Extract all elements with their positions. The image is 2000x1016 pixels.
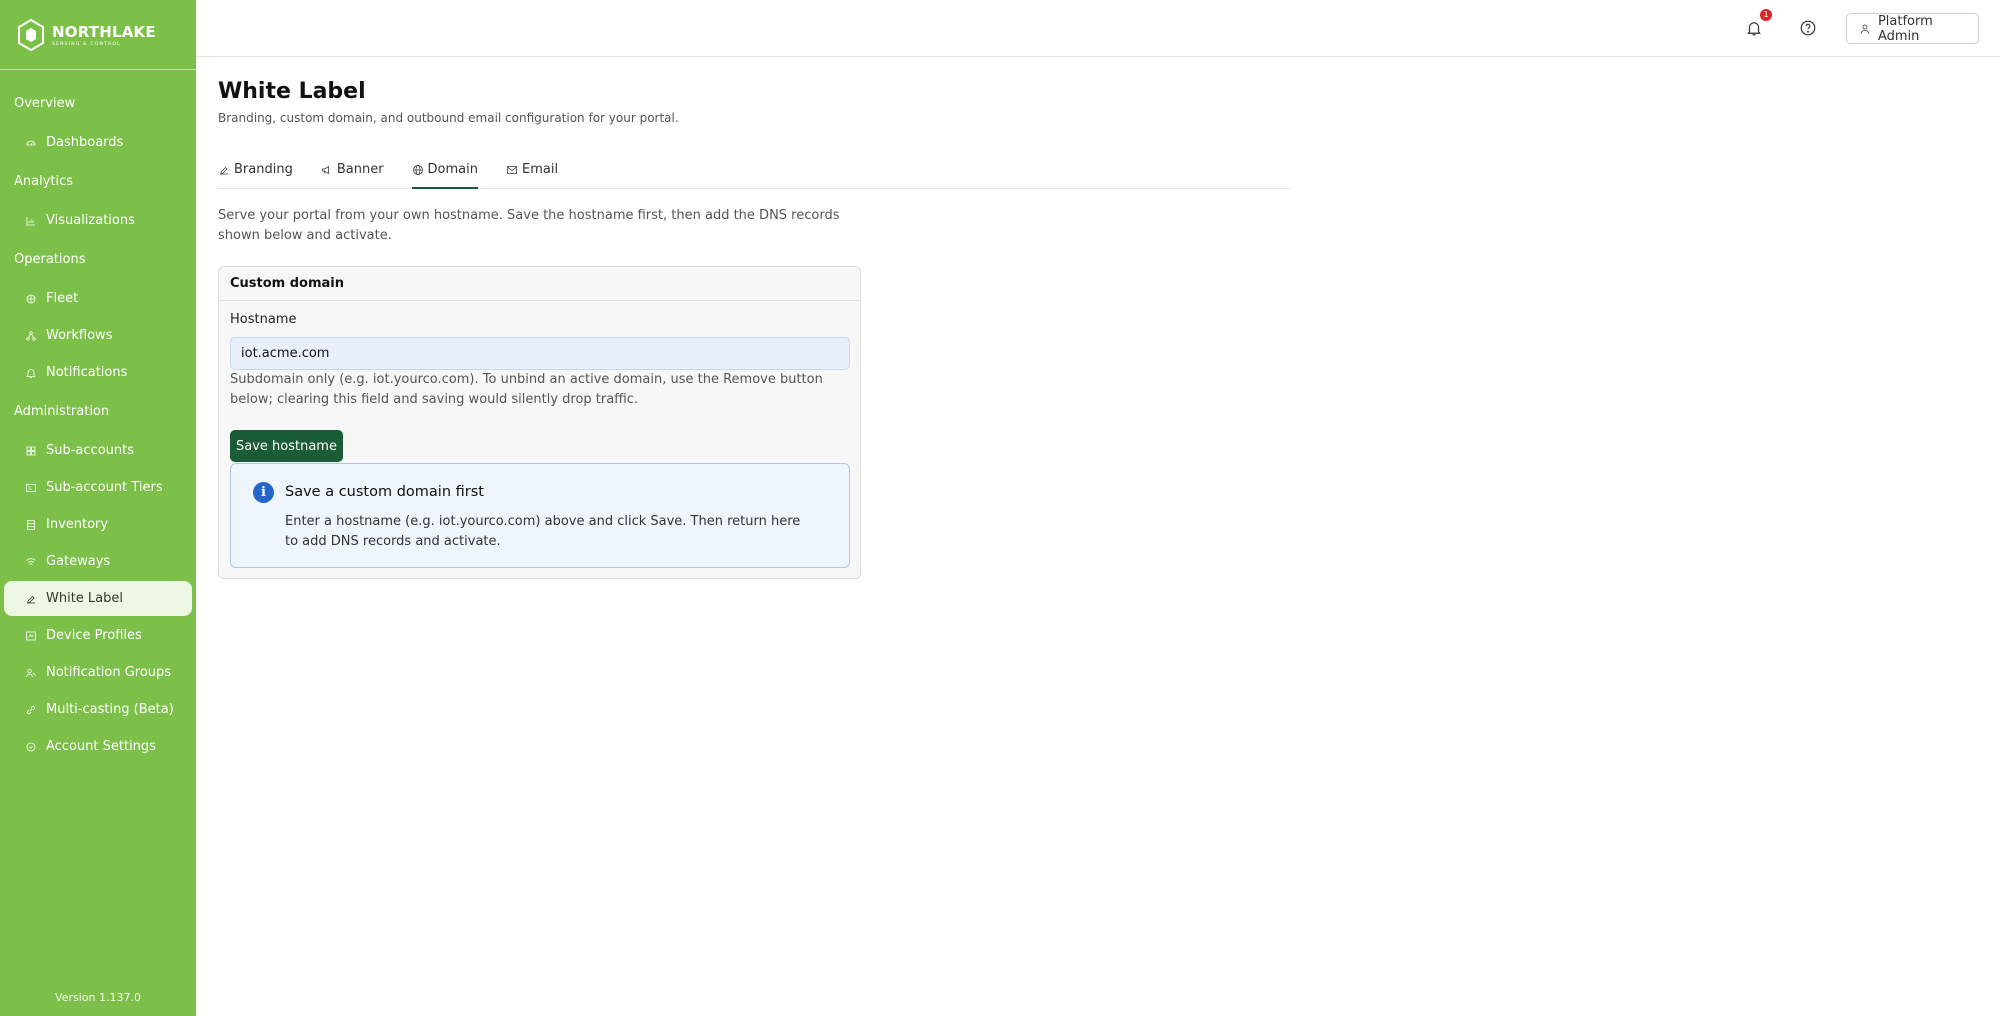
notification-count-badge: 1 xyxy=(1760,9,1772,21)
sidebar-item-visualizations[interactable]: Visualizations xyxy=(4,203,192,238)
nav-section-administration: Administration xyxy=(14,404,110,419)
sidebar-item-sub-account-tiers[interactable]: Sub-account Tiers xyxy=(4,470,192,505)
info-body: Enter a hostname (e.g. iot.yourco.com) a… xyxy=(285,514,801,549)
northlake-logo-icon xyxy=(18,18,44,51)
sidebar-item-label: Visualizations xyxy=(46,213,135,228)
sidebar-item-sub-accounts[interactable]: Sub-accounts xyxy=(4,433,192,468)
sidebar-item-workflows[interactable]: Workflows xyxy=(4,318,192,353)
inventory-icon xyxy=(24,518,38,532)
hostname-help-text: Subdomain only (e.g. iot.yourco.com). To… xyxy=(230,372,823,407)
sidebar-item-label: Sub-accounts xyxy=(46,443,134,458)
custom-domain-card: Custom domain Hostname Subdomain only (e… xyxy=(218,266,861,579)
sidebar-item-dashboards[interactable]: Dashboards xyxy=(4,125,192,160)
user-menu-button[interactable]: Platform Admin xyxy=(1846,13,1979,44)
sidebar-item-label: Account Settings xyxy=(46,739,156,754)
info-callout: i Save a custom domain first Enter a hos… xyxy=(230,463,850,568)
page-subtitle: Branding, custom domain, and outbound em… xyxy=(218,111,679,125)
grid-icon xyxy=(24,444,38,458)
tab-email[interactable]: Email xyxy=(506,156,558,189)
sidebar-item-label: White Label xyxy=(46,591,124,606)
tiers-icon xyxy=(24,481,38,495)
sidebar-item-inventory[interactable]: Inventory xyxy=(4,507,192,542)
app-window: NORTHLAKE SENSING & CONTROL Overview Dash… xyxy=(0,0,2000,1016)
sidebar-item-label: Sub-account Tiers xyxy=(46,480,163,495)
tab-label: Branding xyxy=(234,162,293,177)
top-bar xyxy=(196,0,2000,57)
sidebar-item-account-settings[interactable]: Account Settings xyxy=(4,729,192,764)
sidebar-item-label: Dashboards xyxy=(46,135,124,150)
globe-icon xyxy=(412,165,423,175)
fleet-icon xyxy=(24,292,38,306)
megaphone-icon xyxy=(321,165,329,175)
users-icon xyxy=(24,666,38,680)
mail-icon xyxy=(507,166,517,174)
link-icon xyxy=(24,703,38,717)
user-icon xyxy=(1860,24,1870,34)
settings-icon xyxy=(24,740,38,754)
sidebar-item-white-label[interactable]: White Label xyxy=(4,581,192,616)
sidebar-item-gateways[interactable]: Gateways xyxy=(4,544,192,579)
info-title: Save a custom domain first xyxy=(285,484,484,500)
sidebar-nav: Overview Dashboards Analytics Visualization… xyxy=(0,70,196,764)
nav-section-analytics: Analytics xyxy=(14,174,74,189)
brush-icon xyxy=(24,592,38,606)
sidebar-item-device-profiles[interactable]: Device Profiles xyxy=(4,618,192,653)
sidebar-item-label: Notification Groups xyxy=(46,665,172,680)
sidebar-item-notification-groups[interactable]: Notification Groups xyxy=(4,655,192,690)
sidebar-item-fleet[interactable]: Fleet xyxy=(4,281,192,316)
sidebar-item-multi-casting-beta[interactable]: Multi-casting (Beta) xyxy=(4,692,192,727)
sidebar-item-notifications[interactable]: Notifications xyxy=(4,355,192,390)
sidebar-item-label: Inventory xyxy=(46,517,109,532)
brush-icon xyxy=(220,166,228,175)
brand-tagline: SENSING & CONTROL xyxy=(52,41,121,47)
sidebar-item-label: Fleet xyxy=(46,291,79,306)
sidebar-item-label: Device Profiles xyxy=(46,628,142,643)
tab-bar: Branding Banner Domain Email xyxy=(218,156,1290,189)
hostname-input[interactable] xyxy=(230,337,850,370)
user-menu-label: Platform Admin xyxy=(1877,13,1933,44)
bell-icon xyxy=(24,366,38,380)
save-hostname-button[interactable]: Save hostname xyxy=(230,430,343,462)
sidebar-item-label: Gateways xyxy=(46,554,111,569)
tab-label: Domain xyxy=(427,162,478,177)
nav-section-overview: Overview xyxy=(14,96,76,111)
version-label: Version 1.137.0 xyxy=(55,991,141,1004)
profile-icon xyxy=(24,629,38,643)
chart-icon xyxy=(24,214,38,228)
info-icon: i xyxy=(253,482,274,503)
sidebar: NORTHLAKE SENSING & CONTROL Overview Dash… xyxy=(0,0,196,1016)
tab-label: Email xyxy=(522,162,559,177)
brand-logo-area[interactable]: NORTHLAKE SENSING & CONTROL xyxy=(0,0,196,70)
nav-section-operations: Operations xyxy=(14,252,86,267)
wifi-icon xyxy=(24,555,38,569)
sidebar-item-label: Multi-casting (Beta) xyxy=(46,702,174,717)
help-icon[interactable] xyxy=(1796,16,1820,40)
hostname-label: Hostname xyxy=(230,312,297,327)
tab-branding[interactable]: Branding xyxy=(218,156,293,189)
dashboard-icon xyxy=(24,136,38,150)
tab-banner[interactable]: Banner xyxy=(321,156,384,189)
sidebar-item-label: Notifications xyxy=(46,365,128,380)
workflow-icon xyxy=(24,329,38,343)
tab-label: Banner xyxy=(336,162,384,177)
tab-domain[interactable]: Domain xyxy=(411,156,478,189)
card-title: Custom domain xyxy=(219,267,860,301)
domain-intro-text: Serve your portal from your own hostname… xyxy=(218,208,840,243)
sidebar-item-label: Workflows xyxy=(46,328,113,343)
page-title: White Label xyxy=(218,79,366,104)
brand-name: NORTHLAKE xyxy=(52,22,156,41)
